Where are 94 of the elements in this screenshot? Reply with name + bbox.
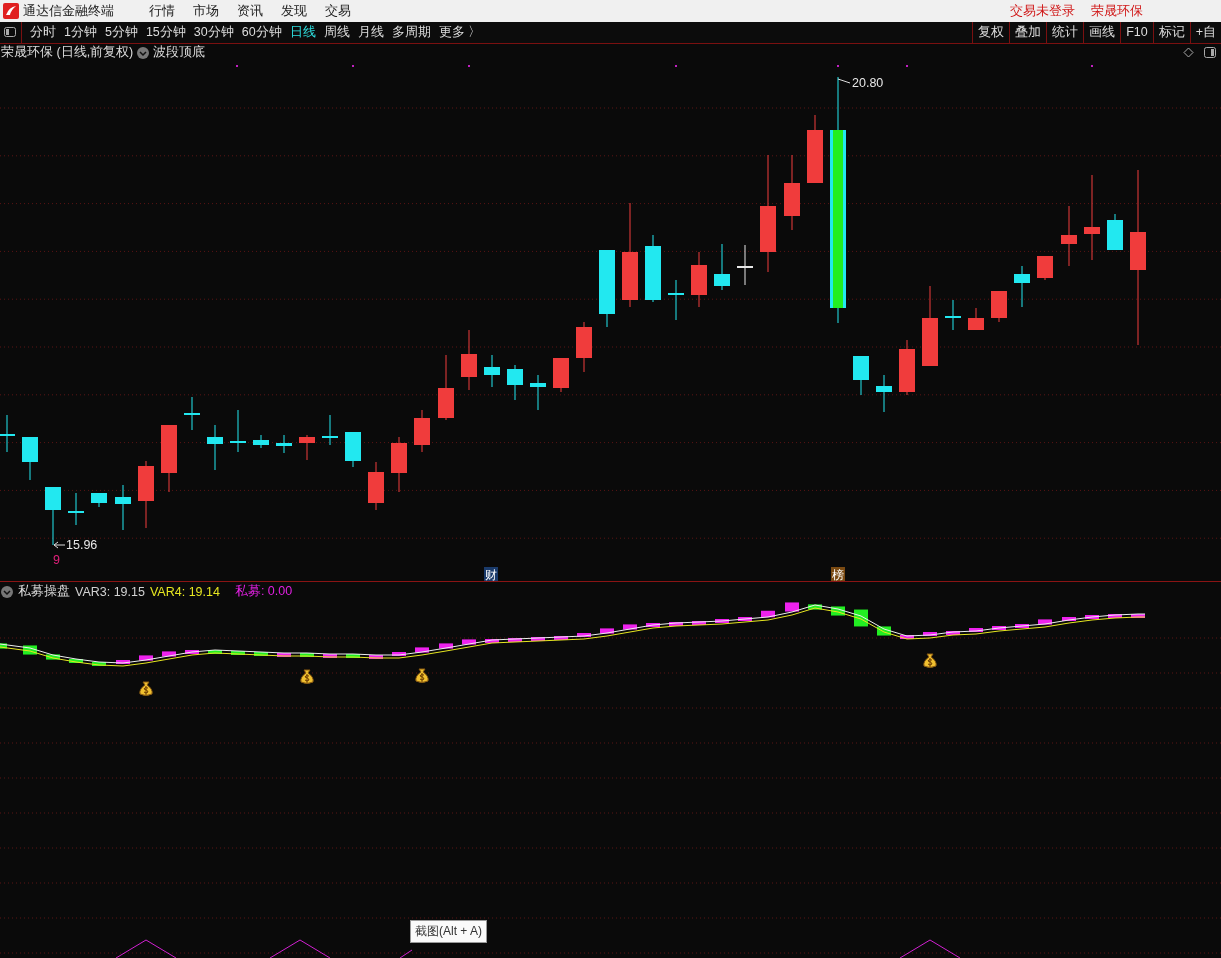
account-link[interactable]: 交易未登录 xyxy=(1010,1,1075,20)
indicator-value: VAR4: 19.14 xyxy=(149,584,220,599)
wave-peak-line xyxy=(899,939,961,958)
period-tab[interactable]: 5分钟 xyxy=(100,21,142,43)
candlestick xyxy=(276,434,292,454)
toolbar-button[interactable]: +自 xyxy=(1189,21,1221,43)
period-tab[interactable]: 分时 xyxy=(26,21,60,43)
candlestick xyxy=(438,354,454,421)
candlestick xyxy=(876,374,892,413)
menu-item[interactable]: 发现 xyxy=(281,1,307,20)
event-marker[interactable]: 财 xyxy=(484,566,498,581)
indicator-value: VAR3: 19.15 xyxy=(75,584,145,599)
toolbar-button[interactable]: 画线 xyxy=(1083,21,1121,43)
candlestick xyxy=(1037,255,1053,281)
candlestick xyxy=(968,307,984,331)
period-tab[interactable]: 60分钟 xyxy=(237,21,286,43)
event-marker[interactable]: 榜 xyxy=(831,566,845,581)
candlestick xyxy=(736,244,754,286)
candlestick xyxy=(1061,205,1077,267)
toolbar-button[interactable]: 标记 xyxy=(1152,21,1190,43)
candlestick xyxy=(944,299,962,331)
toolbar-button[interactable]: 统计 xyxy=(1046,21,1084,43)
indicator-name[interactable]: 波段顶底 xyxy=(153,44,206,62)
candlestick xyxy=(299,434,315,461)
chart-title: 荣晟环保 (日线,前复权) xyxy=(1,44,134,62)
period-tab[interactable]: 日线 xyxy=(285,21,320,43)
indicator-value: 私募: 0.00 xyxy=(234,583,293,600)
candlestick xyxy=(1014,265,1030,308)
candlestick xyxy=(368,461,384,511)
menu-item[interactable]: 交易 xyxy=(325,1,351,20)
wave-peak-line xyxy=(399,949,413,958)
candlestick xyxy=(345,431,361,468)
candlestick xyxy=(530,374,546,411)
candlestick xyxy=(414,409,430,453)
low-price-label: 15.96 xyxy=(53,537,98,552)
candlestick xyxy=(553,357,569,393)
candlestick xyxy=(714,243,730,291)
panel-toggle-icon[interactable] xyxy=(4,26,16,37)
period-tab[interactable]: 30分钟 xyxy=(189,21,238,43)
account-link[interactable]: 荣晟环保 xyxy=(1091,1,1143,20)
wave-peak-line xyxy=(115,939,177,958)
diamond-icon[interactable] xyxy=(1183,47,1194,59)
candlestick xyxy=(484,354,500,388)
candlestick xyxy=(807,114,823,184)
candlestick xyxy=(253,434,269,449)
candlestick xyxy=(321,414,339,446)
period-tab[interactable]: 1分钟 xyxy=(60,21,101,43)
count-label: 9 xyxy=(53,552,60,567)
candlestick xyxy=(991,290,1007,323)
candlestick xyxy=(207,424,223,471)
high-price-label: 20.80 xyxy=(837,75,884,90)
candlestick xyxy=(1107,213,1123,251)
toolbar-button[interactable]: 复权 xyxy=(972,21,1010,43)
toolbar-button[interactable]: F10 xyxy=(1120,21,1153,43)
period-tab[interactable]: 更多 〉 xyxy=(434,21,486,43)
menu-item[interactable]: 行情 xyxy=(149,1,175,20)
candlestick xyxy=(138,460,154,529)
panel-toggle-icon[interactable] xyxy=(1204,47,1216,59)
candlestick xyxy=(853,355,869,396)
dropdown-icon[interactable] xyxy=(137,46,150,59)
toolbar-button[interactable]: 叠加 xyxy=(1009,21,1047,43)
period-tab[interactable]: 多周期 xyxy=(387,21,435,43)
candlestick xyxy=(645,234,661,303)
candlestick xyxy=(691,251,707,308)
candlestick xyxy=(576,321,592,373)
candlestick xyxy=(115,484,131,531)
tooltip: 截图(Alt + A) xyxy=(410,920,487,943)
app-logo-icon xyxy=(3,2,19,19)
candlestick xyxy=(229,409,247,453)
period-tab[interactable]: 周线 xyxy=(319,21,354,43)
candlestick xyxy=(45,486,61,546)
candlestick xyxy=(391,436,407,493)
dropdown-icon[interactable] xyxy=(1,585,13,598)
menu-item[interactable]: 市场 xyxy=(193,1,219,20)
wave-peak-line xyxy=(269,939,331,958)
candlestick xyxy=(899,339,915,396)
candlestick xyxy=(0,414,16,453)
money-bag-icon xyxy=(300,669,314,684)
indicator-name[interactable]: 私募操盘 xyxy=(18,583,70,600)
candlestick xyxy=(507,364,523,401)
candlestick xyxy=(67,492,85,526)
money-bag-icon xyxy=(923,653,937,668)
period-tab[interactable]: 15分钟 xyxy=(141,21,190,43)
candlestick xyxy=(667,279,685,321)
candlestick xyxy=(183,396,201,431)
candlestick xyxy=(91,492,107,508)
candlestick xyxy=(461,329,477,391)
candlestick xyxy=(22,436,38,481)
money-bag-icon xyxy=(415,668,429,683)
menu-item[interactable]: 资讯 xyxy=(237,1,263,20)
money-bag-icon xyxy=(139,681,153,696)
app-title: 通达信金融终端 xyxy=(23,1,114,20)
candlestick xyxy=(161,424,177,493)
period-tab[interactable]: 月线 xyxy=(353,21,388,43)
